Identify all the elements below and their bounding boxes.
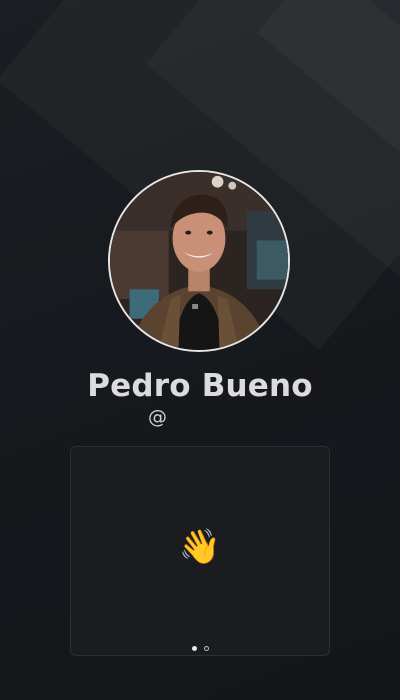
avatar-photo (110, 172, 288, 350)
pagination-dot-inactive[interactable] (203, 646, 209, 651)
profile-card[interactable]: 👋 (70, 446, 330, 656)
profile-name: Pedro Bueno (87, 368, 313, 404)
waving-hand-icon: 👋 (178, 527, 222, 567)
avatar (108, 170, 290, 352)
profile-handle: @ (148, 406, 167, 428)
pagination-dots (71, 646, 329, 651)
pagination-dot-active[interactable] (191, 646, 197, 651)
